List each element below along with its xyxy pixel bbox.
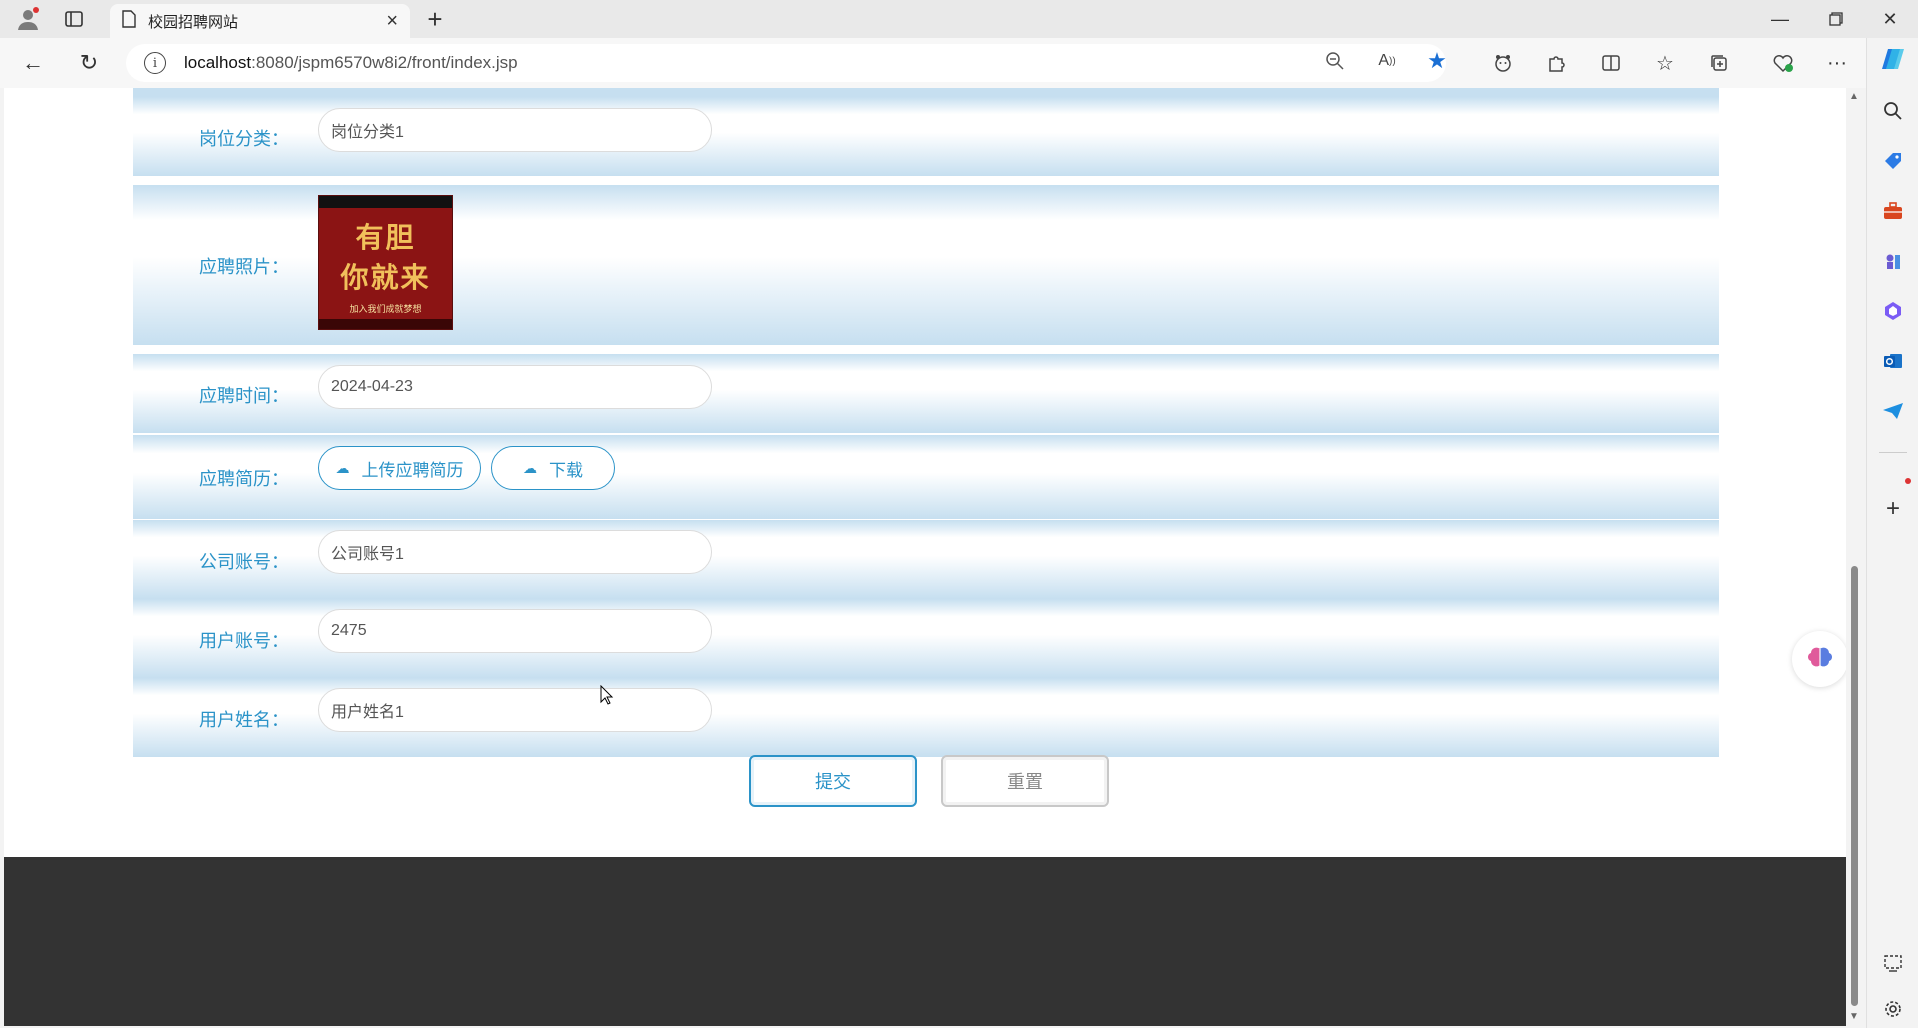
close-tab-icon[interactable]: ×	[386, 10, 398, 33]
collections-icon[interactable]	[1702, 46, 1736, 80]
scroll-thumb[interactable]	[1851, 566, 1858, 1006]
microsoft-365-icon[interactable]	[1875, 294, 1911, 328]
restore-icon[interactable]	[1808, 0, 1864, 38]
photo-text-line3: 加入我们成就梦想	[349, 304, 422, 314]
split-screen-icon[interactable]	[1594, 46, 1628, 80]
reset-button[interactable]: 重置	[941, 755, 1109, 807]
browser-toolbar: ← ↻ i localhost:8080/jspm6570w8i2/front/…	[0, 38, 1918, 88]
close-window-icon[interactable]: ✕	[1862, 0, 1918, 38]
shopping-tag-icon[interactable]	[1875, 144, 1911, 178]
user-account-input[interactable]: 2475	[318, 609, 712, 653]
form-row-user-account: 用户账号： 2475	[133, 599, 1719, 678]
form-row-photo: 应聘照片： 有胆 你就来 加入我们成就梦想	[133, 185, 1719, 345]
page-footer	[4, 857, 1846, 1026]
user-name-label: 用户姓名：	[199, 710, 289, 730]
photo-text-line2: 你就来	[340, 261, 431, 294]
search-icon[interactable]	[1875, 94, 1911, 128]
download-resume-label: 下载	[549, 460, 583, 480]
profile-avatar-icon[interactable]	[10, 4, 46, 34]
page-scrollbar[interactable]: ▲ ▼	[1846, 88, 1862, 1026]
games-chess-icon[interactable]	[1875, 244, 1911, 278]
page-icon	[122, 9, 136, 33]
browser-tab[interactable]: 校园招聘网站 ×	[110, 4, 410, 38]
cloud-upload-icon: ☁	[335, 459, 350, 476]
tab-actions-icon[interactable]	[56, 4, 92, 34]
upload-resume-button[interactable]: ☁ 上传应聘简历	[318, 446, 481, 490]
scroll-up-icon[interactable]: ▲	[1849, 92, 1859, 102]
brain-assistant-icon[interactable]	[1792, 631, 1846, 687]
outlook-icon[interactable]	[1875, 344, 1911, 378]
notification-dot	[1905, 478, 1911, 484]
screenshot-icon[interactable]	[1875, 946, 1911, 980]
photo-label: 应聘照片：	[199, 257, 289, 277]
browser-titlebar: 校园招聘网站 × + — ✕	[0, 0, 1918, 38]
url-text[interactable]: localhost:8080/jspm6570w8i2/front/index.…	[184, 53, 518, 73]
settings-gear-icon[interactable]	[1875, 992, 1911, 1026]
user-account-label: 用户账号：	[199, 631, 289, 651]
address-bar[interactable]: i localhost:8080/jspm6570w8i2/front/inde…	[126, 44, 1446, 82]
browser-essentials-icon[interactable]	[1766, 46, 1800, 80]
extensions-puzzle-icon[interactable]	[1540, 46, 1574, 80]
form-row-company: 公司账号： 公司账号1	[133, 520, 1719, 599]
back-icon[interactable]: ←	[16, 46, 50, 80]
tab-title: 校园招聘网站	[148, 13, 239, 31]
company-label: 公司账号：	[199, 552, 289, 572]
extension-bear-icon[interactable]	[1486, 46, 1520, 80]
new-tab-icon[interactable]: +	[420, 4, 450, 34]
tools-briefcase-icon[interactable]	[1875, 194, 1911, 228]
favorite-star-icon[interactable]: ★	[1422, 46, 1452, 76]
mouse-cursor-icon	[600, 685, 614, 705]
sidebar-divider	[1879, 452, 1907, 453]
photo-header-strip	[319, 196, 452, 208]
add-sidebar-app-icon[interactable]: +	[1875, 492, 1911, 526]
minimize-icon[interactable]: —	[1752, 0, 1808, 38]
favorites-list-icon[interactable]: ☆	[1648, 46, 1682, 80]
send-plane-icon[interactable]	[1875, 394, 1911, 428]
company-account-input[interactable]: 公司账号1	[318, 530, 712, 574]
zoom-out-icon[interactable]	[1320, 46, 1350, 76]
page-viewport: 岗位分类： 岗位分类1 应聘照片： 有胆 你就来 加入我们成就梦想 应聘时间： …	[4, 88, 1846, 1026]
more-options-icon[interactable]: ···	[1820, 46, 1854, 80]
scroll-down-icon[interactable]: ▼	[1849, 1012, 1859, 1022]
photo-footer-strip	[319, 319, 452, 329]
form-row-resume: 应聘简历： ☁ 上传应聘简历 ☁ 下载	[133, 435, 1719, 519]
photo-text-line1: 有胆	[355, 221, 416, 254]
submit-button[interactable]: 提交	[749, 755, 917, 807]
applicant-photo[interactable]: 有胆 你就来 加入我们成就梦想	[318, 195, 453, 330]
time-label: 应聘时间：	[199, 386, 289, 406]
user-name-input[interactable]: 用户姓名1	[318, 688, 712, 732]
form-row-category: 岗位分类： 岗位分类1	[133, 97, 1719, 176]
edge-sidebar: +	[1866, 38, 1918, 1028]
upload-resume-label: 上传应聘简历	[361, 460, 464, 480]
category-input[interactable]: 岗位分类1	[318, 108, 712, 152]
site-info-icon[interactable]: i	[144, 52, 166, 74]
read-aloud-icon[interactable]: A))	[1372, 46, 1402, 76]
form-row-user-name: 用户姓名： 用户姓名1	[133, 678, 1719, 757]
copilot-icon[interactable]	[1875, 42, 1911, 76]
category-label: 岗位分类：	[199, 129, 289, 149]
form-row-partial	[133, 88, 1719, 97]
download-resume-button[interactable]: ☁ 下载	[491, 446, 615, 490]
cloud-download-icon: ☁	[523, 459, 537, 476]
refresh-icon[interactable]: ↻	[72, 46, 106, 80]
form-row-time: 应聘时间： 2024-04-23	[133, 354, 1719, 433]
time-input[interactable]: 2024-04-23	[318, 365, 712, 409]
resume-label: 应聘简历：	[199, 469, 289, 489]
